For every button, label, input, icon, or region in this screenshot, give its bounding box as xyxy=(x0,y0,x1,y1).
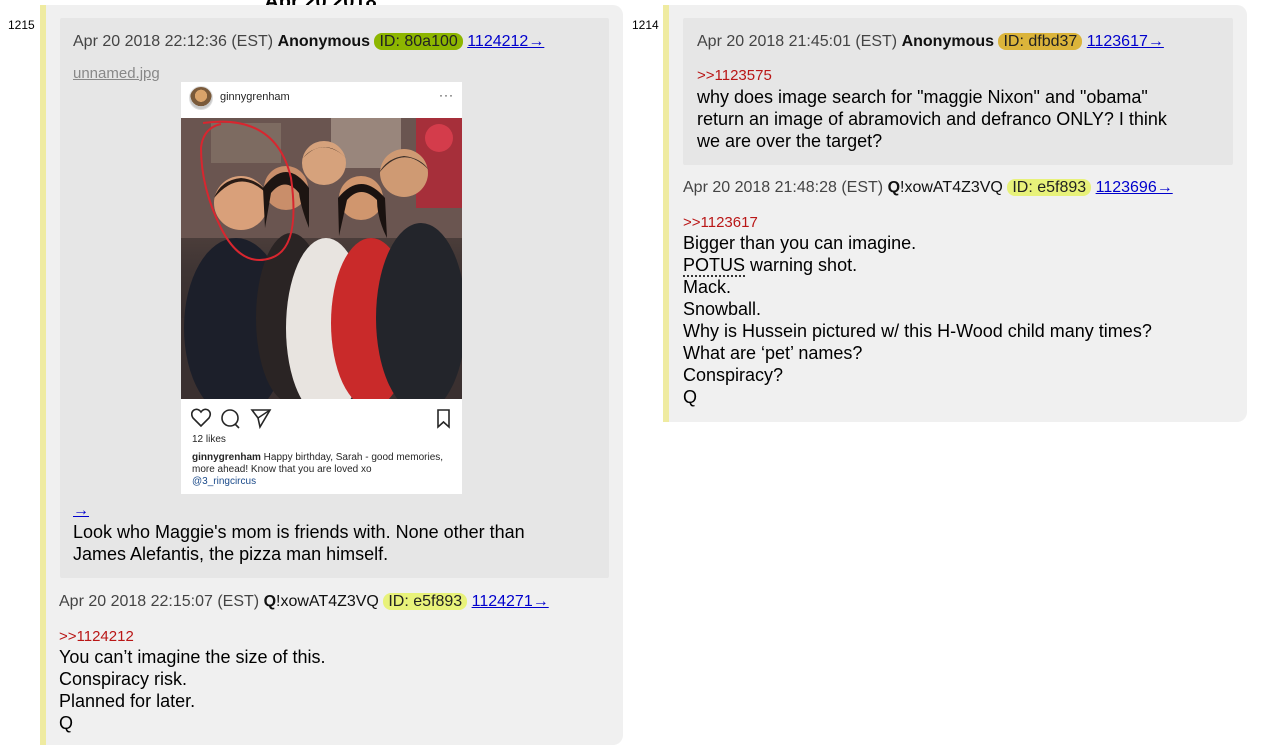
expand-link[interactable]: → xyxy=(73,502,89,520)
post-text-line: why does image search for "maggie Nixon"… xyxy=(697,87,1148,107)
poster-id-badge[interactable]: ID: e5f893 xyxy=(383,593,468,610)
post-text-line: Bigger than you can imagine. xyxy=(683,233,917,253)
post-meta: Apr 20 2018 21:45:01 (EST) Anonymous ID:… xyxy=(697,33,1164,51)
anon-post: Apr 20 2018 21:45:01 (EST) Anonymous ID:… xyxy=(683,18,1233,165)
anon-post: Apr 20 2018 22:12:36 (EST) Anonymous ID:… xyxy=(60,18,609,578)
comment-icon xyxy=(221,409,240,429)
bookmark-icon xyxy=(437,409,450,429)
post-link[interactable]: 1123617→ xyxy=(1087,33,1164,50)
post-text-line: James Alefantis, the pizza man himself. xyxy=(73,544,389,564)
post-date: Apr 20 2018 22:15:07 (EST) xyxy=(59,593,260,610)
left-post-card: Apr 20 2018 22:12:36 (EST) Anonymous ID:… xyxy=(40,5,623,745)
right-post-card: Apr 20 2018 21:45:01 (EST) Anonymous ID:… xyxy=(663,5,1247,422)
abbreviation: POTUS xyxy=(683,255,746,277)
post-link[interactable]: 1124271→ xyxy=(472,593,549,610)
image-file-link[interactable]: unnamed.jpg xyxy=(73,65,160,82)
poster-name: Q xyxy=(887,179,901,196)
post-text-line: return an image of abramovich and defran… xyxy=(697,109,1167,129)
post-date: Apr 20 2018 22:12:36 (EST) xyxy=(73,33,274,50)
post-text-line: we are over the target? xyxy=(697,131,883,151)
ig-photo xyxy=(181,118,462,399)
poster-name: Anonymous xyxy=(901,33,995,50)
poster-id-badge[interactable]: ID: 80a100 xyxy=(374,33,463,50)
post-date: Apr 20 2018 21:45:01 (EST) xyxy=(697,33,898,50)
ig-username: ginnygrenham xyxy=(220,91,290,103)
ig-header: ginnygrenham ··· xyxy=(181,82,462,118)
q-post-meta: Apr 20 2018 22:15:07 (EST) Q!xowAT4Z3VQ … xyxy=(59,593,549,611)
heart-icon xyxy=(190,408,212,428)
post-text-line: Q xyxy=(683,387,698,407)
quote-link[interactable]: >>1124212 xyxy=(59,628,134,645)
post-text-line: POTUS warning shot. xyxy=(683,254,1152,277)
post-link[interactable]: 1123696→ xyxy=(1096,179,1173,196)
post-text-line: Conspiracy risk. xyxy=(59,669,188,689)
post-text-line: You can’t imagine the size of this. xyxy=(59,647,326,667)
post-body: Look who Maggie's mom is friends with. N… xyxy=(73,521,525,565)
poster-id-badge[interactable]: ID: dfbd37 xyxy=(998,33,1083,50)
poster-name: Q xyxy=(263,593,277,610)
ig-likes: 12 likes xyxy=(192,434,226,445)
post-text-line: Planned for later. xyxy=(59,691,196,711)
attached-image[interactable]: ginnygrenham ··· 12 likes ginnygrenham H… xyxy=(181,82,462,494)
post-number: 1215 xyxy=(8,18,35,32)
post-date: Apr 20 2018 21:48:28 (EST) xyxy=(683,179,884,196)
ig-actions xyxy=(190,408,453,430)
poster-tripcode: !xowAT4Z3VQ xyxy=(276,593,379,610)
post-text-line: Snowball. xyxy=(683,299,762,319)
poster-tripcode: !xowAT4Z3VQ xyxy=(900,179,1003,196)
post-number: 1214 xyxy=(632,18,659,32)
post-text-line: Look who Maggie's mom is friends with. N… xyxy=(73,522,525,542)
post-text-line: Q xyxy=(59,713,74,733)
post-text-line: What are ‘pet’ names? xyxy=(683,343,863,363)
post-link[interactable]: 1124212→ xyxy=(467,33,544,50)
post-text-line: Conspiracy? xyxy=(683,365,784,385)
ig-caption: ginnygrenham Happy birthday, Sarah - goo… xyxy=(192,452,454,488)
post-text-fragment: warning shot. xyxy=(745,255,858,275)
post-meta: Apr 20 2018 22:12:36 (EST) Anonymous ID:… xyxy=(73,33,544,51)
post-text-line: Why is Hussein pictured w/ this H-Wood c… xyxy=(683,321,1152,341)
ig-caption-tag: @3_ringcircus xyxy=(192,476,257,487)
post-text-line: Mack. xyxy=(683,277,732,297)
more-options-icon: ··· xyxy=(439,88,454,102)
ig-caption-user: ginnygrenham xyxy=(192,452,261,463)
share-icon xyxy=(250,409,272,430)
group-photo-illustration xyxy=(181,118,462,399)
q-post-meta: Apr 20 2018 21:48:28 (EST) Q!xowAT4Z3VQ … xyxy=(683,179,1173,197)
poster-name: Anonymous xyxy=(277,33,371,50)
poster-id-badge[interactable]: ID: e5f893 xyxy=(1007,179,1092,196)
quote-link[interactable]: >>1123575 xyxy=(697,67,772,84)
quote-link[interactable]: >>1123617 xyxy=(683,214,758,231)
q-post-body: You can’t imagine the size of this. Cons… xyxy=(59,646,326,734)
q-post-body: Bigger than you can imagine. POTUS warni… xyxy=(683,232,1152,408)
ig-avatar xyxy=(189,86,213,110)
post-body: why does image search for "maggie Nixon"… xyxy=(697,86,1167,152)
